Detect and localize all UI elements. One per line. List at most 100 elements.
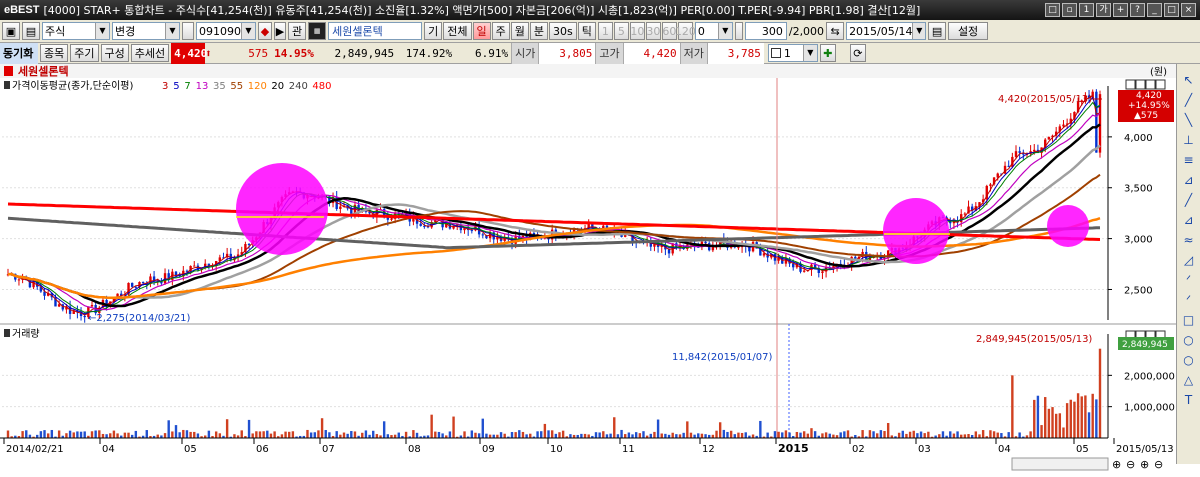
chart-svg[interactable]: 세원셀론텍 (원)가격이동평균(종가,단순이평) 3 5 7 13 35 55 120 20 240…: [0, 64, 1176, 477]
ma-period-label: 120: [248, 81, 267, 92]
drawing-tool-icon[interactable]: ᐟ: [1180, 292, 1198, 309]
max-volume-annotation: 2,849,945(2015/05/13): [976, 334, 1092, 345]
stock-name-field[interactable]: 세원셀론텍: [328, 22, 423, 40]
drawing-tool-icon[interactable]: ○: [1180, 332, 1198, 349]
window-button[interactable]: 가: [1096, 3, 1111, 17]
period-button[interactable]: 월: [510, 22, 529, 40]
drawing-tool-icon[interactable]: □: [1180, 312, 1198, 329]
zoom-icon[interactable]: ⊕: [1140, 458, 1149, 471]
grid-icon[interactable]: ▦: [308, 22, 327, 40]
volume-bar: [605, 434, 609, 438]
chart-option-button[interactable]: 주기: [70, 44, 99, 62]
minute-button[interactable]: 30: [645, 22, 661, 40]
drawing-tool-icon[interactable]: ╲: [1180, 112, 1198, 129]
related-button[interactable]: 관: [288, 22, 307, 40]
volume-bar: [974, 431, 978, 438]
zoom-icon[interactable]: ⊖: [1126, 458, 1135, 471]
minute-button[interactable]: 5: [613, 22, 629, 40]
window-button[interactable]: □: [1045, 3, 1060, 17]
window-button[interactable]: ×: [1181, 3, 1196, 17]
volume-bar: [722, 429, 726, 438]
chevron-down-icon: ▼: [802, 45, 817, 61]
period-button[interactable]: 일: [472, 22, 491, 40]
drawing-tool-icon[interactable]: ᐟ: [1180, 272, 1198, 289]
chevron-down-icon: ▼: [717, 23, 732, 39]
chart-window: eBEST [4000] STAR+ 통합차트 - 주식수[41,254(천)]…: [0, 0, 1200, 477]
volume-bar: [50, 429, 54, 438]
window-button[interactable]: ?: [1130, 3, 1145, 17]
minute-button[interactable]: 120: [675, 22, 696, 40]
chart-area[interactable]: 세원셀론텍 (원) 가격이동평균(종가,단순이평) 3 5 7 13 35 55 120 20 240…: [0, 64, 1200, 477]
add-icon[interactable]: ✚: [819, 44, 836, 62]
date-select[interactable]: 2015/05/14 ▼: [846, 22, 927, 40]
x-tick-label: 07: [322, 444, 335, 455]
volume-bar: [364, 430, 368, 438]
count-input[interactable]: 300: [744, 22, 787, 40]
volume-bar: [83, 431, 86, 438]
window-button[interactable]: 1: [1079, 3, 1094, 17]
volume-bar: [452, 416, 455, 438]
blank-box[interactable]: [182, 22, 194, 40]
chart-option-button[interactable]: 구성: [100, 44, 129, 62]
volume-bars: [6, 348, 1102, 438]
candle-body: [704, 241, 707, 244]
x-tick-label: 2015: [778, 442, 809, 455]
period-button[interactable]: 주: [491, 22, 510, 40]
drawing-tool-icon[interactable]: ○: [1180, 352, 1198, 369]
calendar-icon[interactable]: ▤: [928, 22, 947, 40]
candle-body: [339, 206, 342, 209]
market-select[interactable]: 주식 ▼: [42, 22, 110, 40]
tick-select[interactable]: 0 ▼: [694, 22, 733, 40]
drawing-tool-icon[interactable]: T: [1180, 392, 1198, 409]
volume-bar: [1091, 393, 1094, 438]
layout-icon[interactable]: ▣: [2, 22, 20, 40]
period-button[interactable]: 30s: [549, 22, 577, 40]
period-button[interactable]: 기: [424, 22, 443, 40]
chart-option-button[interactable]: 추세선: [130, 44, 170, 62]
period-button[interactable]: 전체: [443, 22, 472, 40]
turnover-ratio: 6.91%: [475, 46, 509, 60]
low-label: 저가: [679, 42, 708, 64]
minute-button[interactable]: 10: [629, 22, 645, 40]
drawing-tool-icon[interactable]: ⊿: [1180, 172, 1198, 189]
drawing-tool-icon[interactable]: ↖: [1180, 72, 1198, 89]
window-button[interactable]: _: [1147, 3, 1162, 17]
play-icon[interactable]: ▶: [274, 22, 286, 40]
high-label: 고가: [595, 42, 624, 64]
drawing-tool-icon[interactable]: ◿: [1180, 252, 1198, 269]
zoom-icon[interactable]: ⊕: [1112, 458, 1121, 471]
volume-bar: [98, 430, 101, 438]
stock-code-input[interactable]: 091090 ▼: [196, 22, 256, 40]
drawing-tool-icon[interactable]: ⊥: [1180, 132, 1198, 149]
drawing-tool-icon[interactable]: ⊿: [1180, 212, 1198, 229]
volume-bar: [225, 419, 229, 438]
date-range-icon[interactable]: ⇆: [826, 22, 845, 40]
refresh-icon[interactable]: ⟳: [849, 44, 866, 62]
zoom-icon[interactable]: ⊖: [1154, 458, 1163, 471]
period-button[interactable]: 분: [529, 22, 548, 40]
save-icon[interactable]: ▤: [22, 22, 40, 40]
minute-button[interactable]: 1: [597, 22, 613, 40]
volume-bar: [43, 430, 46, 438]
up-arrow-icon: ⬆: [205, 46, 212, 60]
drawing-tool-icon[interactable]: ╱: [1180, 192, 1198, 209]
highlight-circle: [1047, 205, 1089, 247]
volume-bar: [923, 433, 926, 438]
window-button[interactable]: +: [1113, 3, 1128, 17]
window-button[interactable]: □: [1164, 3, 1179, 17]
drawing-tool-icon[interactable]: △: [1180, 372, 1198, 389]
volume-bar: [510, 432, 514, 438]
drawing-tool-icon[interactable]: ≈: [1180, 232, 1198, 249]
up-down-icon[interactable]: ◆: [258, 22, 272, 40]
volume-bar: [799, 432, 802, 438]
window-button[interactable]: ▫: [1062, 3, 1077, 17]
drawing-tool-icon[interactable]: ≡: [1180, 152, 1198, 169]
period-button[interactable]: 틱: [577, 22, 596, 40]
change-select[interactable]: 변경 ▼: [112, 22, 180, 40]
split-select[interactable]: 1 ▼: [767, 44, 818, 62]
drawing-tool-icon[interactable]: ╱: [1180, 92, 1198, 109]
volume-bar: [1062, 427, 1065, 438]
chart-option-button[interactable]: 종목: [40, 44, 69, 62]
settings-button[interactable]: 설정: [948, 22, 989, 40]
volume-bar: [1080, 396, 1083, 438]
